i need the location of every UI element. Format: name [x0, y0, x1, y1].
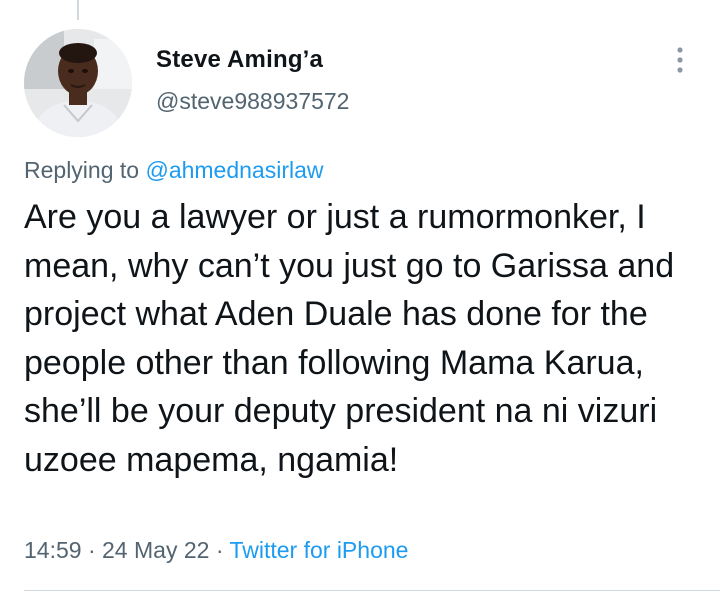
avatar-photo	[24, 29, 132, 137]
author-display-name[interactable]: Steve Aming’a	[156, 46, 323, 74]
divider	[24, 590, 720, 591]
author-handle[interactable]: @steve988937572	[156, 88, 349, 115]
tweet-source-link[interactable]: Twitter for iPhone	[229, 537, 408, 563]
replying-to-line: Replying to @ahmednasirlaw	[24, 157, 324, 184]
meta-separator: ·	[87, 537, 96, 563]
meta-separator: ·	[215, 537, 224, 563]
more-vertical-icon	[677, 47, 683, 73]
replying-to-label: Replying to	[24, 157, 140, 183]
tweet-text: Are you a lawyer or just a rumormonker, …	[24, 198, 675, 479]
tweet-time[interactable]: 14:59	[24, 537, 82, 563]
avatar[interactable]	[24, 29, 132, 137]
replying-to-mention-link[interactable]: @ahmednasirlaw	[145, 157, 323, 183]
more-options-button[interactable]	[664, 42, 696, 78]
tweet-date[interactable]: 24 May 22	[102, 537, 209, 563]
thread-connector-line	[77, 0, 79, 20]
tweet-metadata: 14:59 · 24 May 22 · Twitter for iPhone	[24, 537, 408, 564]
